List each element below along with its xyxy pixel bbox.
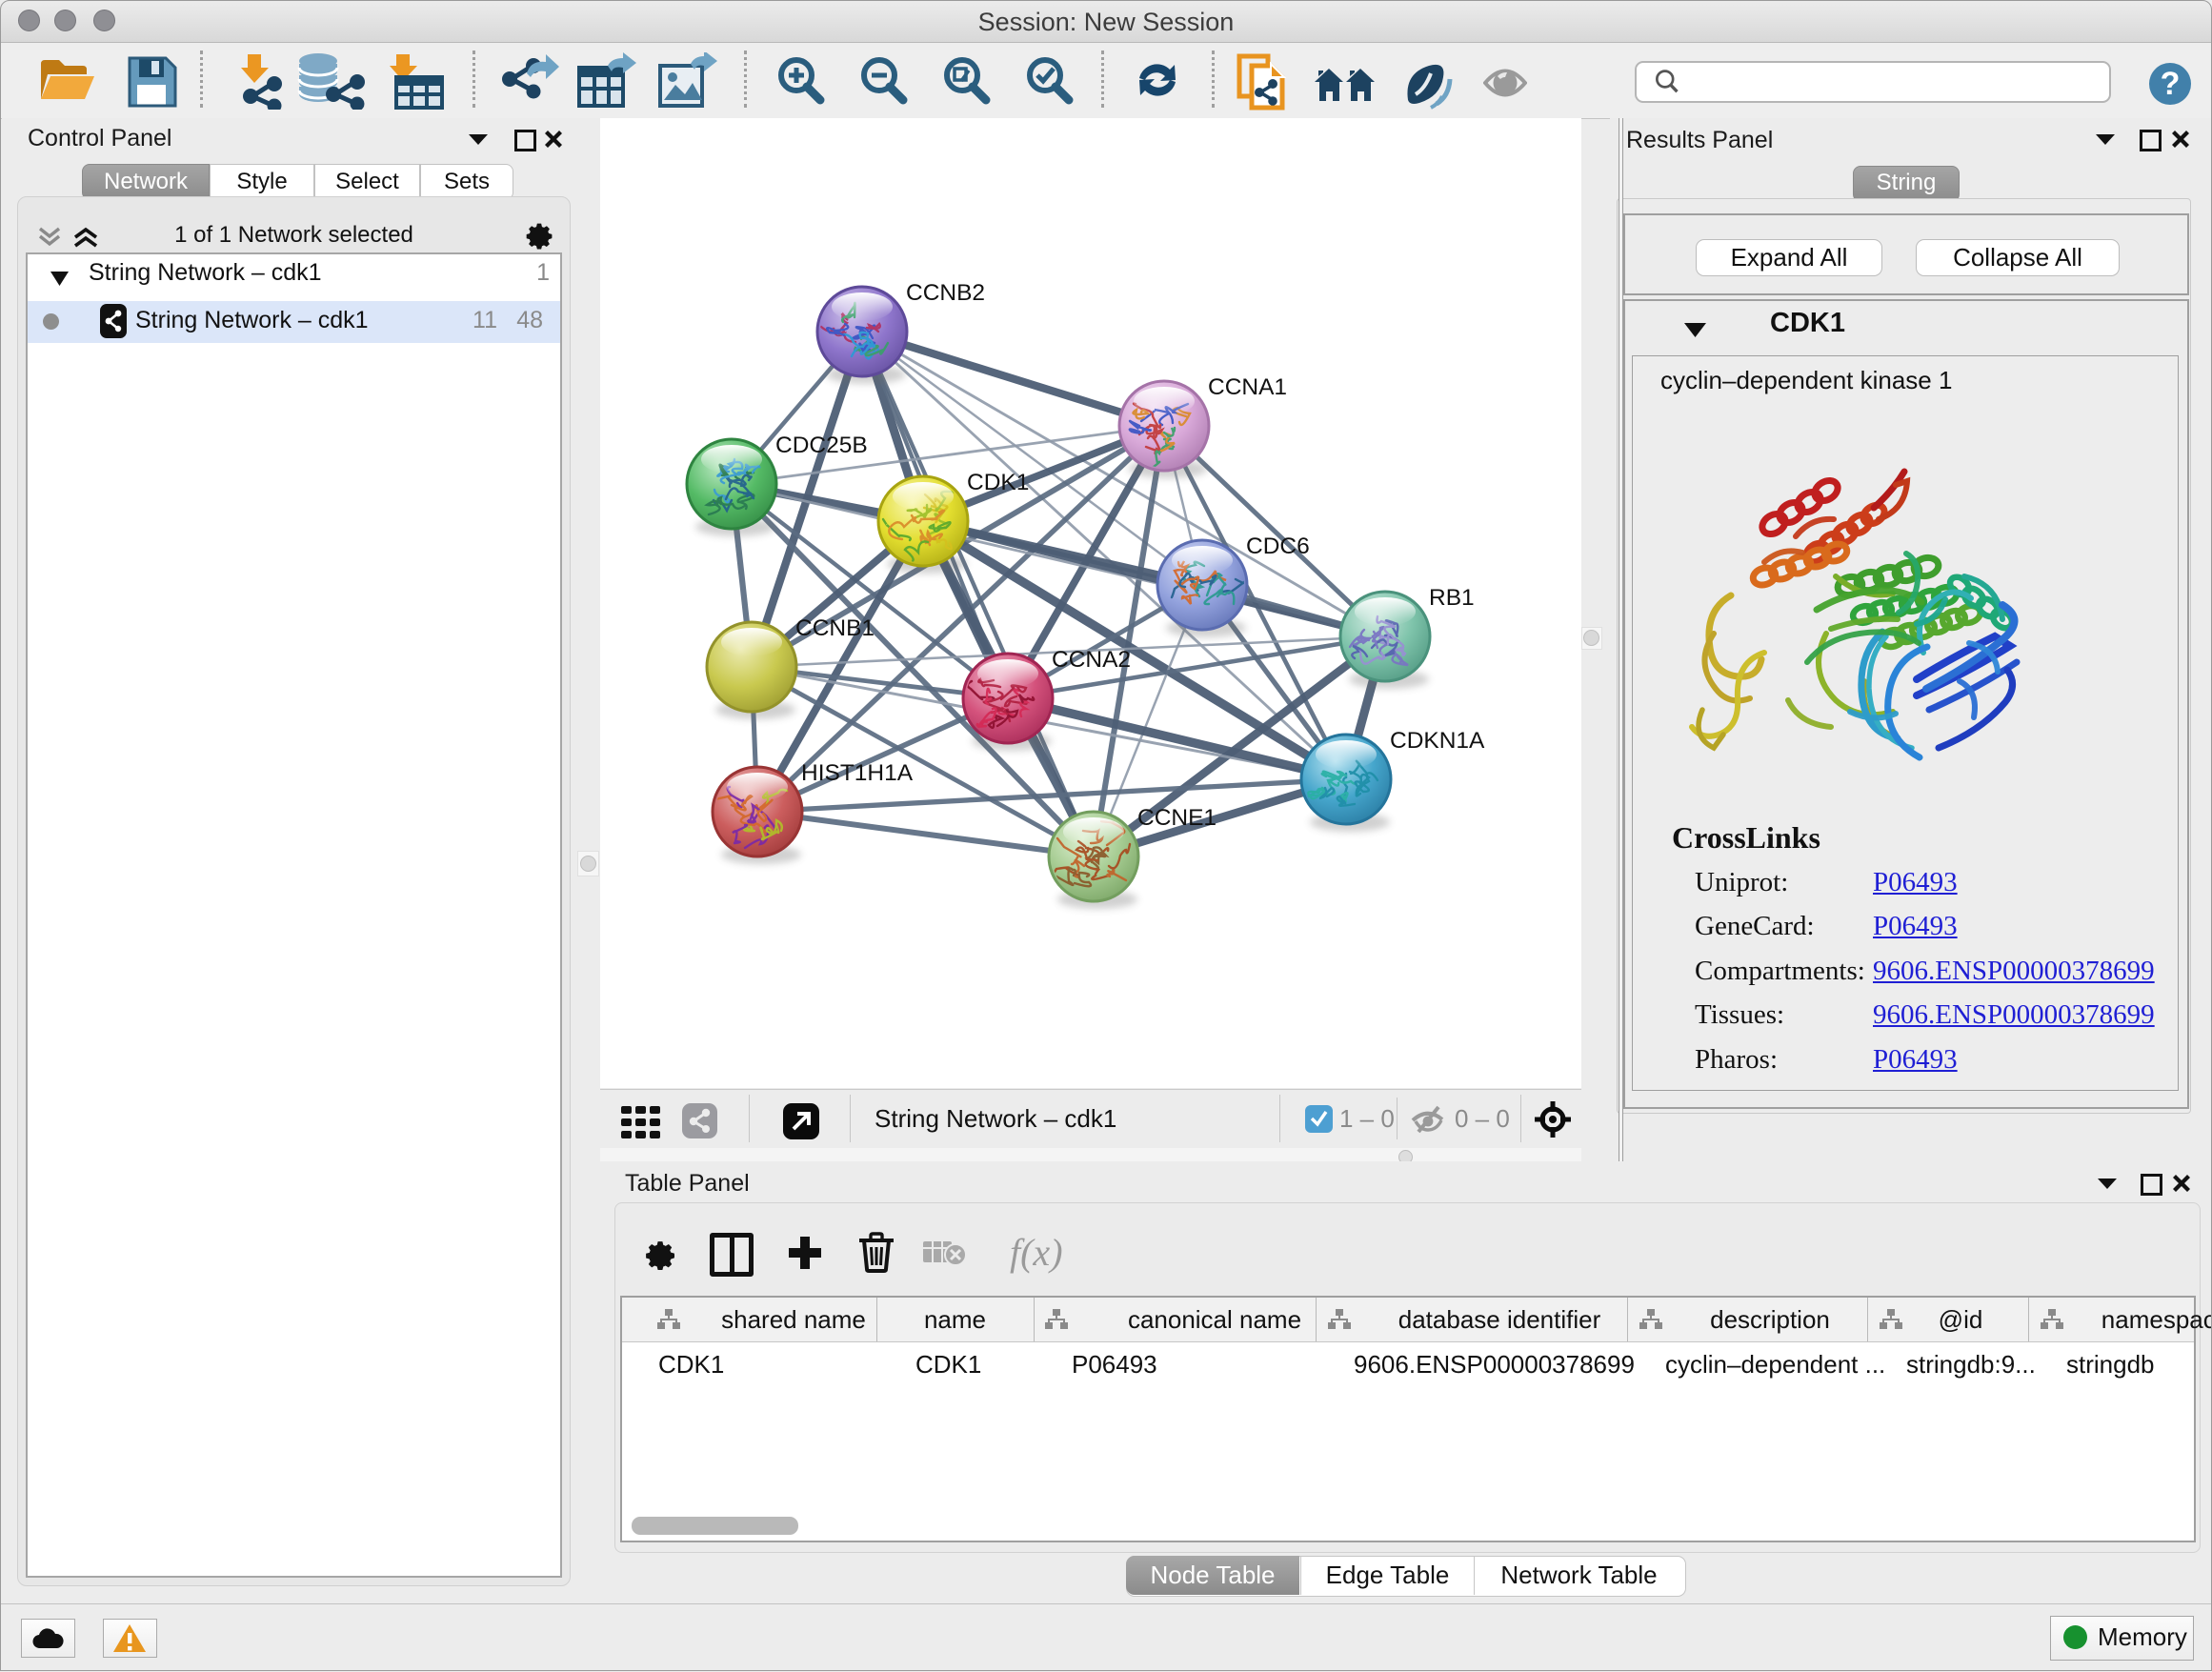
svg-text:RB1: RB1	[1429, 585, 1475, 611]
svg-text:CDK1: CDK1	[967, 470, 1029, 495]
svg-text:CDC25B: CDC25B	[775, 433, 868, 458]
svg-text:HIST1H1A: HIST1H1A	[801, 760, 914, 786]
svg-text:CDC6: CDC6	[1246, 534, 1310, 559]
svg-text:CDKN1A: CDKN1A	[1390, 728, 1485, 754]
svg-text:CCNE1: CCNE1	[1137, 805, 1217, 831]
svg-text:CCNB2: CCNB2	[906, 280, 985, 306]
svg-text:CCNB1: CCNB1	[795, 615, 875, 641]
svg-text:CCNA1: CCNA1	[1208, 374, 1287, 400]
svg-text:CCNA2: CCNA2	[1052, 647, 1131, 673]
